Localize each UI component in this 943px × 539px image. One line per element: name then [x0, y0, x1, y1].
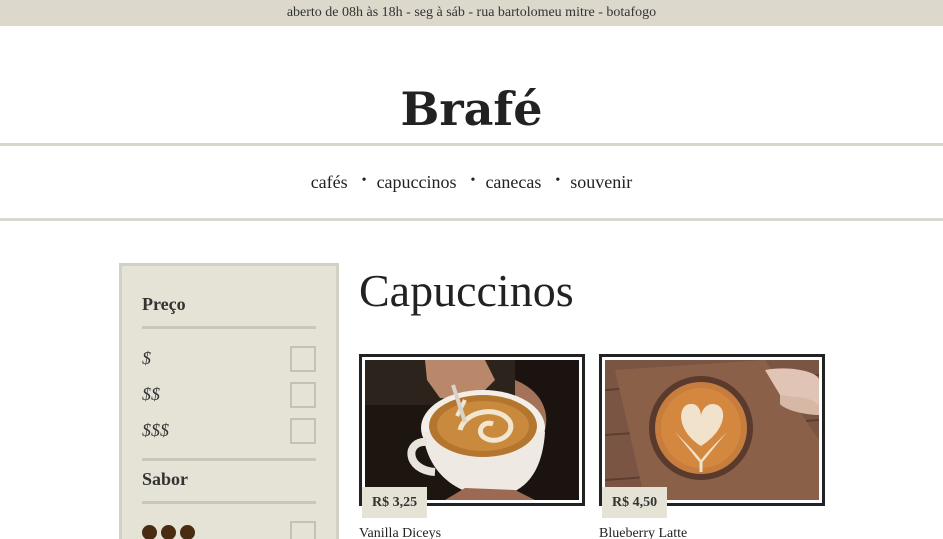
product-image[interactable] — [605, 360, 819, 500]
nav-separator: • — [470, 173, 476, 188]
site-header: Brafé — [0, 26, 943, 146]
product-card[interactable]: R$ 4,50 Blueberry Latte — [599, 354, 825, 539]
product-price: R$ 3,25 — [362, 487, 428, 518]
product-card[interactable]: R$ 3,25 Vanilla Diceys — [359, 354, 585, 539]
price-filter-title: Preço — [142, 294, 186, 314]
flavor-option-checkbox[interactable] — [290, 521, 316, 539]
price-option-checkbox[interactable] — [290, 346, 316, 372]
product-image-frame[interactable]: R$ 3,25 — [359, 354, 585, 518]
product-image[interactable] — [365, 360, 579, 500]
nav-item-canecas[interactable]: canecas — [485, 172, 541, 193]
nav-separator: • — [361, 173, 367, 188]
opening-hours-text: aberto de 08h às 18h - seg à sáb - rua b… — [286, 5, 657, 20]
nav-separator: • — [555, 173, 561, 188]
main-nav: cafés • capuccinos • canecas • souvenir — [0, 146, 943, 221]
flavor-filter-title: Sabor — [142, 469, 189, 489]
price-option-label: $$$ — [142, 420, 169, 440]
page-content: Preço $ $$ $$$ Sabor Capuccinos R$ 3,25 … — [0, 221, 943, 539]
product-price: R$ 4,50 — [602, 487, 668, 518]
coffee-bean-icon — [142, 525, 157, 539]
product-name[interactable]: Vanilla Diceys — [359, 526, 585, 539]
coffee-bean-icon — [180, 525, 195, 539]
price-option-checkbox[interactable] — [290, 382, 316, 408]
divider — [142, 326, 316, 329]
price-option-checkbox[interactable] — [290, 418, 316, 444]
divider — [142, 458, 316, 461]
price-option-label: $$ — [142, 384, 160, 404]
nav-item-souvenir[interactable]: souvenir — [570, 172, 632, 193]
price-option-2[interactable]: $$ — [142, 382, 316, 408]
brand-logo[interactable]: Brafé — [0, 79, 943, 139]
flavor-option-3[interactable] — [142, 521, 316, 539]
filter-sidebar: Preço $ $$ $$$ Sabor — [119, 263, 339, 539]
product-name[interactable]: Blueberry Latte — [599, 526, 825, 539]
flavor-strength-icon — [142, 525, 195, 539]
coffee-bean-icon — [161, 525, 176, 539]
nav-item-cafes[interactable]: cafés — [311, 172, 348, 193]
nav-item-capuccinos[interactable]: capuccinos — [377, 172, 457, 193]
top-info-bar: aberto de 08h às 18h - seg à sáb - rua b… — [0, 0, 943, 26]
price-option-1[interactable]: $ — [142, 346, 316, 372]
price-option-3[interactable]: $$$ — [142, 418, 316, 444]
product-image-frame[interactable]: R$ 4,50 — [599, 354, 825, 518]
price-option-label: $ — [142, 348, 151, 368]
page-title: Capuccinos — [359, 265, 574, 316]
divider — [142, 501, 316, 504]
